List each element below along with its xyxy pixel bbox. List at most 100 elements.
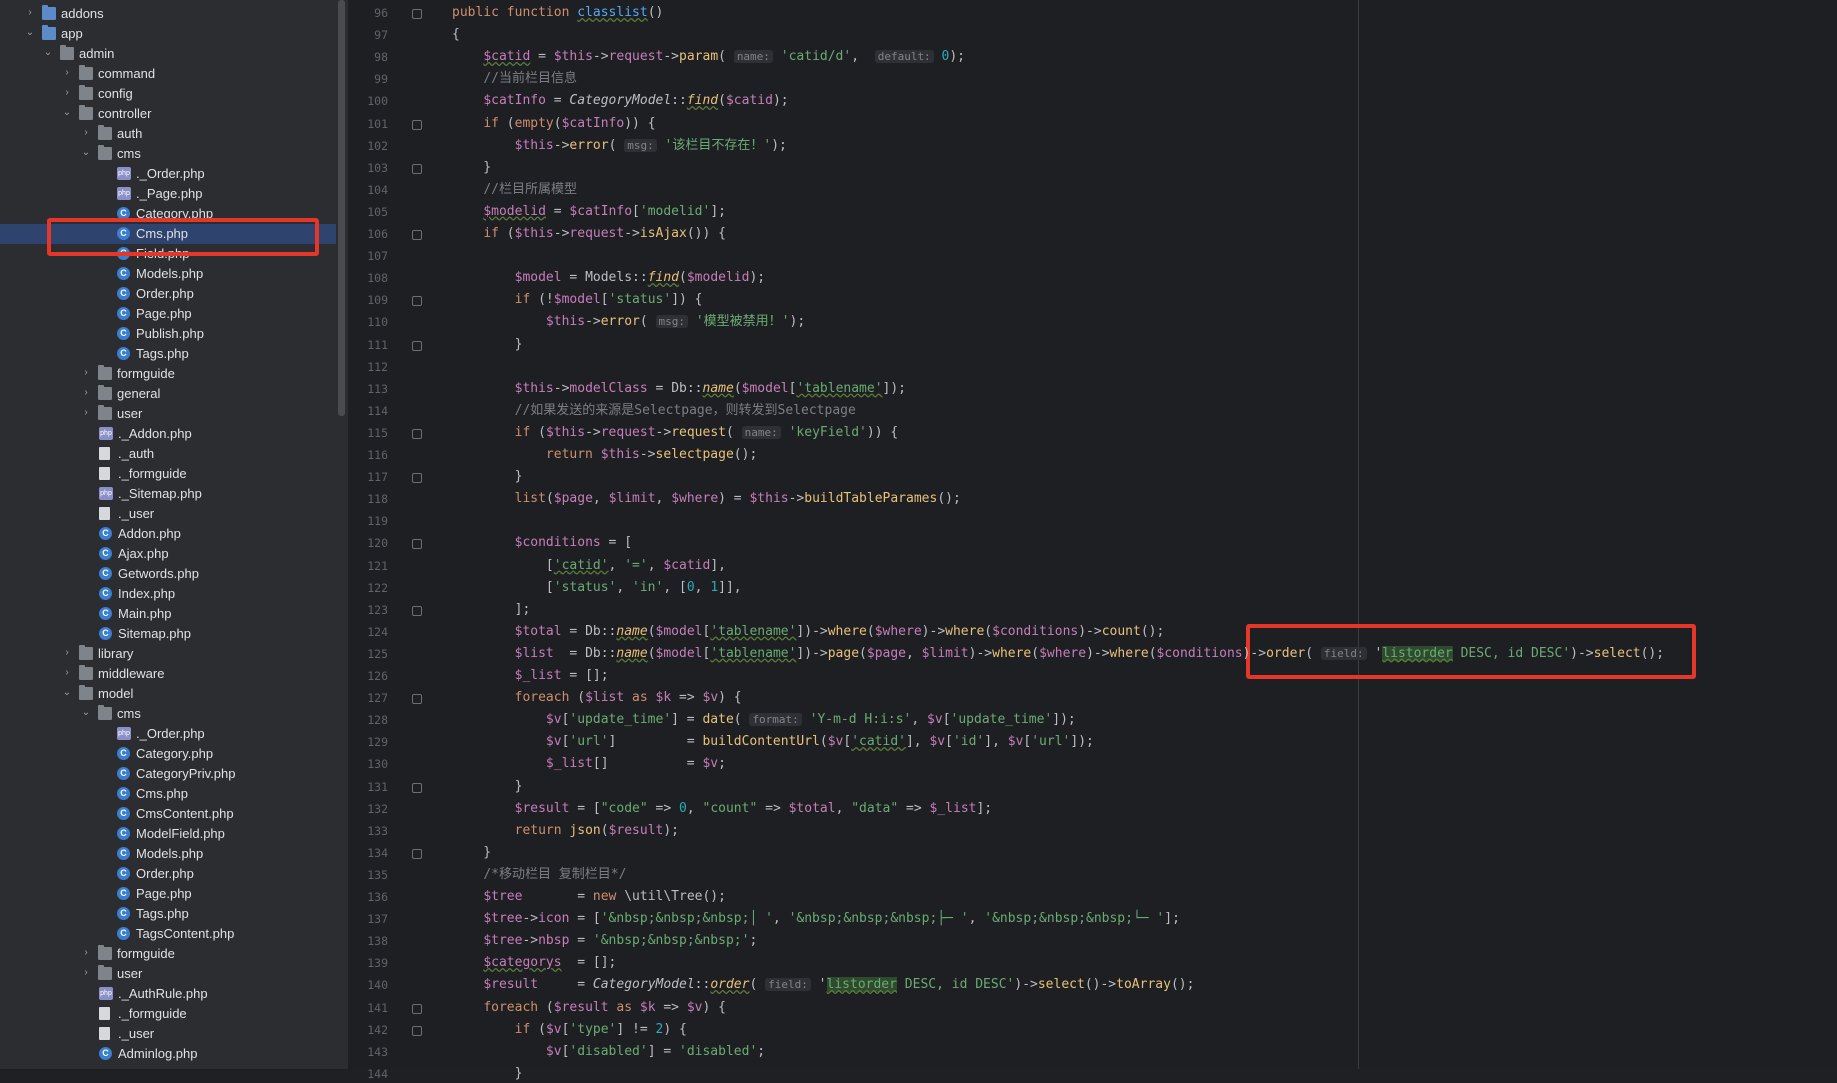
tree-item[interactable]: ⌄ controller: [0, 104, 336, 124]
tree-item[interactable]: C Category.php: [0, 204, 336, 224]
code-line[interactable]: $_list = [];: [452, 667, 609, 685]
code-line[interactable]: //栏目所属模型: [452, 181, 577, 199]
tree-item[interactable]: C Addon.php: [0, 524, 336, 544]
chevron-right-icon[interactable]: ›: [61, 647, 73, 659]
code-content[interactable]: [452, 0, 1832, 1069]
fold-marker-icon[interactable]: [412, 848, 422, 859]
code-line[interactable]: $categorys = [];: [452, 954, 616, 972]
code-line[interactable]: $model = Models::find($modelid);: [452, 269, 766, 287]
tree-item[interactable]: C Getwords.php: [0, 564, 336, 584]
tree-item[interactable]: ._user: [0, 1024, 336, 1044]
fold-marker-icon[interactable]: [412, 473, 422, 484]
tree-item[interactable]: › addons: [0, 4, 336, 24]
tree-item[interactable]: C Index.php: [0, 584, 336, 604]
tree-item[interactable]: › user: [0, 404, 336, 424]
code-line[interactable]: ['catid', '=', $catid],: [452, 557, 726, 575]
tree-item[interactable]: C Cms.php: [0, 224, 336, 244]
code-line[interactable]: $list = Db::name($model['tablename'])->p…: [452, 645, 1664, 663]
code-line[interactable]: $tree->icon = ['&nbsp;&nbsp;&nbsp;│ ', '…: [452, 910, 1180, 928]
code-line[interactable]: if ($this->request->request( name: 'keyF…: [452, 424, 899, 442]
tree-item[interactable]: php ._AuthRule.php: [0, 984, 336, 1004]
code-line[interactable]: $v['disabled'] = 'disabled';: [452, 1043, 765, 1061]
code-line[interactable]: $this->error( msg: '该栏目不存在！');: [452, 137, 787, 155]
code-line[interactable]: $conditions = [: [452, 534, 632, 552]
tree-item[interactable]: C Field.php: [0, 244, 336, 264]
code-line[interactable]: $result = CategoryModel::order( field: '…: [452, 976, 1194, 994]
tree-item[interactable]: C Models.php: [0, 264, 336, 284]
chevron-down-icon[interactable]: ⌄: [61, 687, 73, 699]
tree-item[interactable]: C Tags.php: [0, 344, 336, 364]
tree-item[interactable]: ._auth: [0, 444, 336, 464]
chevron-right-icon[interactable]: ›: [24, 7, 36, 19]
tree-item[interactable]: C Tags.php: [0, 904, 336, 924]
chevron-right-icon[interactable]: ›: [80, 387, 92, 399]
tree-item[interactable]: ⌄ cms: [0, 704, 336, 724]
tree-item[interactable]: ⌄ app: [0, 24, 336, 44]
code-line[interactable]: $v['url'] = buildContentUrl($v['catid'],…: [452, 733, 1094, 751]
tree-item[interactable]: › command: [0, 64, 336, 84]
chevron-right-icon[interactable]: ›: [61, 667, 73, 679]
fold-marker-icon[interactable]: [412, 119, 422, 130]
tree-item[interactable]: › config: [0, 84, 336, 104]
fold-marker-icon[interactable]: [412, 230, 422, 240]
fold-marker-icon[interactable]: [412, 1025, 422, 1036]
chevron-right-icon[interactable]: ›: [61, 67, 73, 79]
code-line[interactable]: }: [452, 844, 491, 862]
code-line[interactable]: /*移动栏目 复制栏目*/: [452, 866, 626, 884]
tree-item[interactable]: php ._Page.php: [0, 184, 336, 204]
project-tree-scrollbar-thumb[interactable]: [338, 0, 345, 416]
code-line[interactable]: ['status', 'in', [0, 1]],: [452, 579, 742, 597]
code-line[interactable]: return $this->selectpage();: [452, 446, 757, 464]
chevron-down-icon[interactable]: ⌄: [61, 107, 73, 119]
code-line[interactable]: $modelid = $catInfo['modelid'];: [452, 203, 726, 221]
code-line[interactable]: $this->error( msg: '模型被禁用！');: [452, 313, 805, 331]
code-line[interactable]: $this->modelClass = Db::name($model['tab…: [452, 380, 906, 398]
chevron-down-icon[interactable]: ⌄: [42, 47, 54, 59]
code-line[interactable]: $v['update_time'] = date( format: 'Y-m-d…: [452, 711, 1076, 729]
tree-item[interactable]: › auth: [0, 124, 336, 144]
tree-item[interactable]: php ._Order.php: [0, 164, 336, 184]
tree-item[interactable]: › formguide: [0, 364, 336, 384]
tree-item[interactable]: › formguide: [0, 944, 336, 964]
code-line[interactable]: return json($result);: [452, 822, 679, 840]
chevron-right-icon[interactable]: ›: [61, 87, 73, 99]
tree-item[interactable]: C Page.php: [0, 304, 336, 324]
tree-item[interactable]: ⌄ cms: [0, 144, 336, 164]
tree-item[interactable]: C Cms.php: [0, 784, 336, 804]
tree-item[interactable]: C Publish.php: [0, 324, 336, 344]
tree-item[interactable]: ._user: [0, 504, 336, 524]
code-line[interactable]: $catInfo = CategoryModel::find($catid);: [452, 92, 788, 110]
fold-marker-icon[interactable]: [412, 539, 422, 550]
tree-item[interactable]: ⌄ admin: [0, 44, 336, 64]
fold-marker-icon[interactable]: [412, 1003, 422, 1014]
code-line[interactable]: ];: [452, 601, 531, 619]
code-line[interactable]: foreach ($list as $k => $v) {: [452, 689, 742, 707]
fold-marker-icon[interactable]: [412, 9, 422, 19]
fold-marker-icon[interactable]: [412, 694, 422, 705]
chevron-right-icon[interactable]: ›: [80, 367, 92, 379]
chevron-right-icon[interactable]: ›: [80, 967, 92, 979]
tree-item[interactable]: C Ajax.php: [0, 544, 336, 564]
code-line[interactable]: }: [452, 778, 523, 796]
tree-item[interactable]: C Adminlog.php: [0, 1044, 336, 1064]
tree-item[interactable]: C CategoryPriv.php: [0, 764, 336, 784]
tree-item[interactable]: C ModelField.php: [0, 824, 336, 844]
tree-item[interactable]: C CmsContent.php: [0, 804, 336, 824]
code-line[interactable]: list($page, $limit, $where) = $this->bui…: [452, 490, 961, 508]
code-line[interactable]: }: [452, 468, 523, 486]
code-line[interactable]: $result = ["code" => 0, "count" => $tota…: [452, 800, 993, 818]
code-line[interactable]: $total = Db::name($model['tablename'])->…: [452, 623, 1165, 641]
code-line[interactable]: }: [452, 1065, 523, 1083]
chevron-down-icon[interactable]: ⌄: [80, 147, 92, 159]
tree-item[interactable]: ⌄ model: [0, 684, 336, 704]
tree-item[interactable]: C Main.php: [0, 604, 336, 624]
chevron-right-icon[interactable]: ›: [80, 127, 92, 139]
tree-item[interactable]: C Models.php: [0, 844, 336, 864]
code-line[interactable]: $tree->nbsp = '&nbsp;&nbsp;&nbsp;';: [452, 932, 757, 950]
code-line[interactable]: $_list[] = $v;: [452, 755, 726, 773]
code-line[interactable]: public function classlist(): [452, 4, 663, 22]
fold-marker-icon[interactable]: [412, 428, 422, 439]
code-line[interactable]: $tree = new \util\Tree();: [452, 888, 726, 906]
code-line[interactable]: if (empty($catInfo)) {: [452, 115, 655, 133]
tree-item[interactable]: C Page.php: [0, 884, 336, 904]
